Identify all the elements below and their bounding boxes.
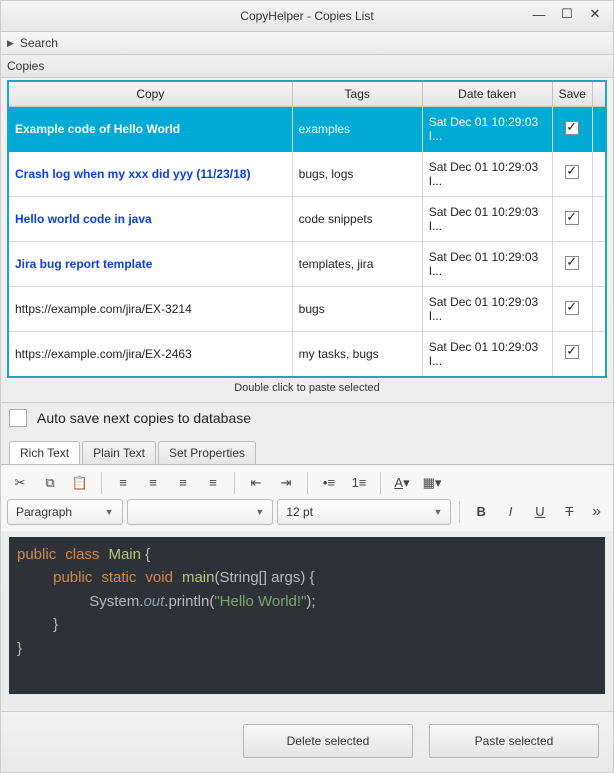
table-row[interactable]: Crash log when my xxx did yyy (11/23/18)… <box>8 152 606 197</box>
indent-button[interactable]: ⇥ <box>273 471 299 495</box>
save-checkbox[interactable] <box>565 301 579 315</box>
cell-date: Sat Dec 01 10:29:03 I... <box>422 197 552 242</box>
cell-spacer <box>592 287 606 332</box>
tab-plain-text[interactable]: Plain Text <box>82 441 156 464</box>
separator <box>307 472 308 494</box>
table-row[interactable]: Example code of Hello WorldexamplesSat D… <box>8 107 606 152</box>
window-title: CopyHelper - Copies List <box>240 9 373 23</box>
search-label: Search <box>20 36 58 50</box>
italic-button[interactable]: I <box>498 500 523 524</box>
cell-copy: https://example.com/jira/EX-2463 <box>8 332 292 377</box>
expand-icon: ▶ <box>7 38 14 49</box>
tab-set-properties[interactable]: Set Properties <box>158 441 256 464</box>
col-tags[interactable]: Tags <box>292 81 422 107</box>
cell-tags: bugs, logs <box>292 152 422 197</box>
section-label: Copies <box>1 55 613 78</box>
autosave-checkbox[interactable] <box>9 409 27 427</box>
code-editor[interactable]: public class Main { public static void m… <box>9 537 605 695</box>
cell-date: Sat Dec 01 10:29:03 I... <box>422 152 552 197</box>
save-checkbox[interactable] <box>565 211 579 225</box>
paragraph-label: Paragraph <box>16 505 72 519</box>
autosave-label: Auto save next copies to database <box>37 410 251 426</box>
tab-rich-text[interactable]: Rich Text <box>9 441 80 464</box>
col-copy[interactable]: Copy <box>8 81 292 107</box>
cell-spacer <box>592 197 606 242</box>
copy-button[interactable]: ⧉ <box>37 471 63 495</box>
separator <box>234 472 235 494</box>
table-row[interactable]: Jira bug report templatetemplates, jiraS… <box>8 242 606 287</box>
cell-save[interactable] <box>552 197 592 242</box>
align-right-button[interactable]: ≡ <box>170 471 196 495</box>
paste-button[interactable]: 📋 <box>67 471 93 495</box>
cell-copy: Jira bug report template <box>8 242 292 287</box>
font-size-label: 12 pt <box>286 505 313 519</box>
cell-tags: bugs <box>292 287 422 332</box>
delete-selected-button[interactable]: Delete selected <box>243 724 413 758</box>
col-date[interactable]: Date taken <box>422 81 552 107</box>
underline-button[interactable]: U <box>527 500 552 524</box>
table-row[interactable]: https://example.com/jira/EX-2463my tasks… <box>8 332 606 377</box>
strike-button[interactable]: T <box>557 500 582 524</box>
cell-spacer <box>592 152 606 197</box>
save-checkbox[interactable] <box>565 256 579 270</box>
cell-tags: templates, jira <box>292 242 422 287</box>
align-center-button[interactable]: ≡ <box>140 471 166 495</box>
col-save[interactable]: Save <box>552 81 592 107</box>
number-list-button[interactable]: 1≡ <box>346 471 372 495</box>
cell-spacer <box>592 107 606 152</box>
save-checkbox[interactable] <box>565 121 579 135</box>
font-color-button[interactable]: A▾ <box>389 471 415 495</box>
cell-copy: Hello world code in java <box>8 197 292 242</box>
cell-tags: examples <box>292 107 422 152</box>
paste-selected-button[interactable]: Paste selected <box>429 724 599 758</box>
separator <box>459 501 460 523</box>
close-button[interactable]: ✕ <box>581 3 609 25</box>
separator <box>101 472 102 494</box>
cell-save[interactable] <box>552 287 592 332</box>
cell-date: Sat Dec 01 10:29:03 I... <box>422 107 552 152</box>
save-checkbox[interactable] <box>565 345 579 359</box>
hint-text: Double click to paste selected <box>1 378 613 402</box>
outdent-button[interactable]: ⇤ <box>243 471 269 495</box>
cell-save[interactable] <box>552 332 592 377</box>
highlight-button[interactable]: ▦▾ <box>419 471 445 495</box>
table-row[interactable]: Hello world code in javacode snippetsSat… <box>8 197 606 242</box>
search-panel[interactable]: ▶ Search <box>1 31 613 55</box>
bullet-list-button[interactable]: •≡ <box>316 471 342 495</box>
align-left-button[interactable]: ≡ <box>110 471 136 495</box>
chevron-down-icon: ▼ <box>434 507 443 517</box>
cell-copy: Example code of Hello World <box>8 107 292 152</box>
align-justify-button[interactable]: ≡ <box>200 471 226 495</box>
cell-save[interactable] <box>552 152 592 197</box>
maximize-button[interactable]: ☐ <box>553 3 581 25</box>
bold-button[interactable]: B <box>468 500 493 524</box>
chevron-down-icon: ▼ <box>105 507 114 517</box>
paragraph-dropdown[interactable]: Paragraph ▼ <box>7 499 123 525</box>
titlebar: CopyHelper - Copies List — ☐ ✕ <box>1 1 613 31</box>
cell-tags: code snippets <box>292 197 422 242</box>
copies-table: Copy Tags Date taken Save Example code o… <box>7 80 607 378</box>
cell-spacer <box>592 332 606 377</box>
cell-copy: Crash log when my xxx did yyy (11/23/18) <box>8 152 292 197</box>
cell-date: Sat Dec 01 10:29:03 I... <box>422 287 552 332</box>
cell-date: Sat Dec 01 10:29:03 I... <box>422 242 552 287</box>
cell-tags: my tasks, bugs <box>292 332 422 377</box>
font-family-dropdown[interactable]: ▼ <box>127 499 274 525</box>
save-checkbox[interactable] <box>565 165 579 179</box>
separator <box>380 472 381 494</box>
cut-button[interactable]: ✂ <box>7 471 33 495</box>
cell-copy: https://example.com/jira/EX-3214 <box>8 287 292 332</box>
col-spacer <box>592 81 606 107</box>
chevron-down-icon: ▼ <box>255 507 264 517</box>
cell-spacer <box>592 242 606 287</box>
cell-date: Sat Dec 01 10:29:03 I... <box>422 332 552 377</box>
minimize-button[interactable]: — <box>525 3 553 25</box>
more-button[interactable]: » <box>586 503 607 521</box>
font-size-dropdown[interactable]: 12 pt ▼ <box>277 499 451 525</box>
cell-save[interactable] <box>552 107 592 152</box>
table-row[interactable]: https://example.com/jira/EX-3214bugsSat … <box>8 287 606 332</box>
cell-save[interactable] <box>552 242 592 287</box>
